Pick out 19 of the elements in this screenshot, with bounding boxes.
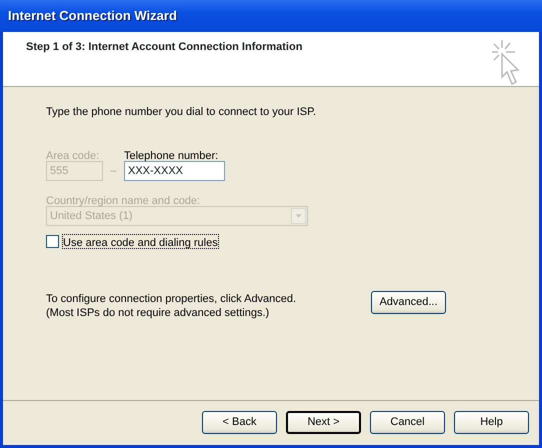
telephone-field[interactable]: XXX-XXXX: [124, 161, 225, 181]
area-code-label: Area code:: [46, 149, 100, 161]
country-dropdown: United States (1): [46, 206, 308, 226]
wizard-button[interactable]: < Back: [202, 411, 277, 434]
advanced-hint-text: (Most ISPs do not require advanced settings.): [46, 306, 270, 318]
checkbox-label[interactable]: Use area code and dialing rules: [63, 235, 218, 248]
telephone-label: Telephone number:: [124, 149, 220, 161]
country-label: Country/region name and code:: [46, 194, 202, 206]
advanced-button[interactable]: Advanced...: [371, 291, 446, 314]
wizard-button[interactable]: Next >: [286, 411, 361, 434]
dash-separator: –: [109, 164, 118, 179]
area-code-field: 555: [46, 161, 103, 181]
checkbox[interactable]: [46, 235, 59, 248]
wizard-button[interactable]: Help: [454, 411, 529, 434]
instruction-text: Type the phone number you dial to connect to your ISP.: [46, 105, 318, 117]
advanced-hint-text: To configure connection properties, click Advanced.: [46, 292, 298, 304]
wizard-button[interactable]: Cancel: [370, 411, 445, 434]
step-title: Step 1 of 3: Internet Account Connection Information: [26, 40, 302, 53]
window-title: Internet Connection Wizard: [0, 0, 542, 32]
